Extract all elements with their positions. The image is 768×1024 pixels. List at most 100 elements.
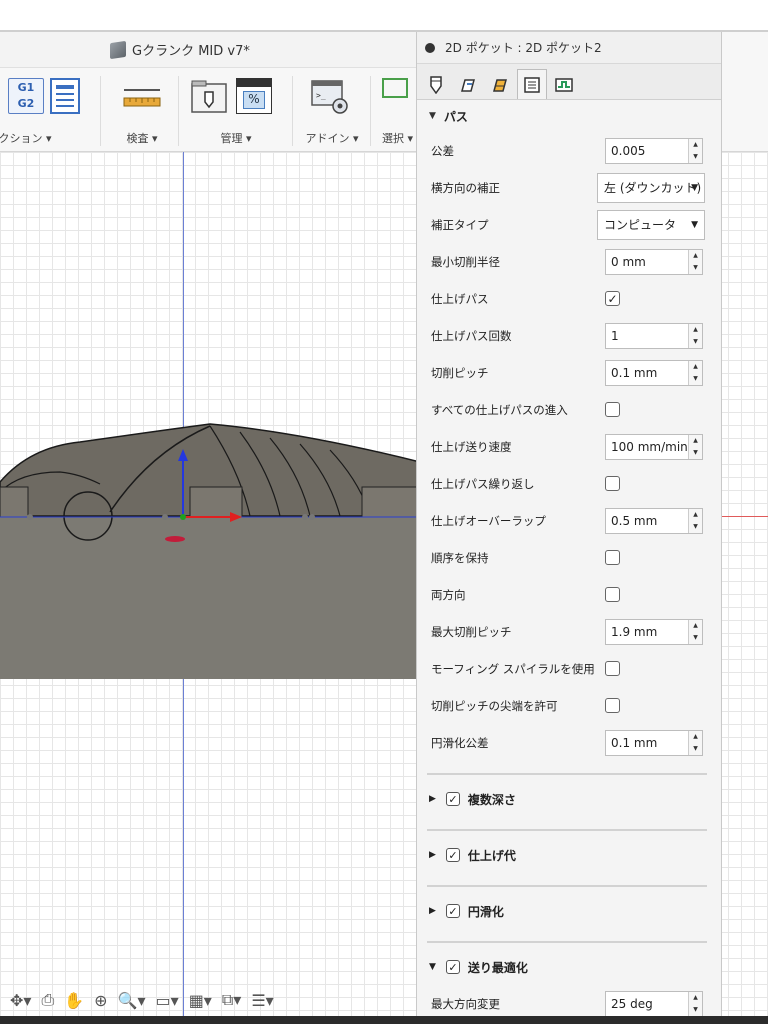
tab-geometry[interactable] [453, 69, 483, 99]
spinner-arrows-icon[interactable]: ▲ ▼ [688, 991, 702, 1016]
section-passes[interactable]: ▼ パス [417, 100, 721, 132]
passes-tab-icon [524, 76, 540, 93]
group-stock-to-leave[interactable]: ▶ ✓ 仕上げ代 [417, 837, 721, 873]
min-cutting-radius-input[interactable]: 0 mm ▲ ▼ [605, 248, 703, 275]
group-smoothing[interactable]: ▶ ✓ 円滑化 [417, 893, 721, 929]
measure-ruler-icon[interactable] [122, 78, 161, 114]
finishing-overlap-input[interactable]: 0.5 mm ▲ ▼ [605, 507, 703, 534]
param-row-sideways-compensation: 横方向の補正 左 (ダウンカット) ▼ [417, 169, 721, 206]
spinner-arrows-icon[interactable]: ▲ ▼ [688, 138, 702, 163]
both-ways-checkbox[interactable] [605, 587, 620, 602]
field-value: 0 mm [611, 254, 646, 269]
tab-heights[interactable] [485, 69, 515, 99]
repeat-finishing-checkbox[interactable] [605, 476, 620, 491]
max-direction-change-input[interactable]: 25 deg ▲ ▼ [605, 990, 703, 1017]
morphed-spiral-checkbox[interactable] [605, 661, 620, 676]
post-library-icon[interactable]: % [236, 78, 272, 114]
os-taskbar [0, 1016, 768, 1024]
navigation-toolbar: ✥▾ ⎙ ✋ ⊕ 🔍▾ ▭▾ ▦▾ ⧉▾ ☰▾ [10, 986, 420, 1014]
param-label: 横方向の補正 [431, 180, 500, 195]
g1-g2-code-icon[interactable]: G1 G2 [8, 78, 44, 114]
smoothing-tolerance-input[interactable]: 0.1 mm ▲ ▼ [605, 729, 703, 756]
param-row-finishing-passes: 仕上げパス ✓ [417, 280, 721, 317]
multiple-depths-checkbox[interactable]: ✓ [445, 792, 460, 806]
param-row-repeat-finishing: 仕上げパス繰り返し [417, 465, 721, 502]
preserve-order-checkbox[interactable] [605, 550, 620, 565]
toolbar-label-manage: 管理 ▾ [220, 132, 252, 145]
spinner-arrows-icon[interactable]: ▲ ▼ [688, 323, 702, 348]
expand-triangle-icon: ▶ [429, 794, 436, 804]
spinner-arrows-icon[interactable]: ▲ ▼ [688, 730, 702, 755]
tab-passes[interactable] [517, 69, 547, 99]
scripts-addins-icon[interactable]: >_ [310, 78, 348, 114]
param-label: 仕上げ送り速度 [431, 439, 512, 454]
dialog-header[interactable]: 2D ポケット : 2D ポケット2 [417, 32, 721, 64]
group-multiple-depths[interactable]: ▶ ✓ 複数深さ [417, 781, 721, 817]
group-label: 円滑化 [467, 904, 504, 919]
feed-optimization-checkbox[interactable]: ✓ [445, 960, 460, 974]
finishing-passes-checkbox[interactable]: ✓ [605, 291, 620, 306]
percent-glyph: % [243, 91, 265, 109]
setup-sheet-icon[interactable] [48, 78, 84, 114]
grid-settings-icon[interactable]: ▦▾ [189, 991, 212, 1010]
view-cube-icon[interactable]: ⧉▾ [222, 990, 241, 1010]
toolbar-group-inspect[interactable]: 検査 ▾ [110, 68, 174, 152]
post-library-header [237, 79, 271, 87]
spinner-arrows-icon[interactable]: ▲ ▼ [688, 434, 702, 459]
environment-icon[interactable]: ☰▾ [251, 991, 273, 1010]
display-settings-icon[interactable]: ▭▾ [156, 991, 179, 1010]
allow-stepover-cusps-checkbox[interactable] [605, 698, 620, 713]
param-row-finishing-pass-count: 仕上げパス回数 1 ▲ ▼ [417, 317, 721, 354]
sideways-compensation-select[interactable]: 左 (ダウンカット) ▼ [597, 172, 705, 203]
param-row-allow-stepover-cusps: 切削ピッチの尖端を許可 [417, 687, 721, 724]
smoothing-checkbox[interactable]: ✓ [445, 904, 460, 918]
spinner-arrows-icon[interactable]: ▲ ▼ [688, 360, 702, 385]
param-label: 切削ピッチの尖端を許可 [431, 698, 558, 713]
param-label: 仕上げパス繰り返し [431, 476, 535, 491]
finishing-feedrate-input[interactable]: 100 mm/min ▲ ▼ [605, 433, 703, 460]
toolbar-group-select[interactable]: 選択 ▾ [376, 68, 416, 152]
field-value: 0.5 mm [611, 513, 658, 528]
select-box-icon[interactable] [382, 78, 408, 98]
param-label: すべての仕上げパスの進入 [431, 402, 568, 417]
stock-to-leave-checkbox[interactable]: ✓ [445, 848, 460, 862]
param-label: 最大方向変更 [431, 996, 500, 1011]
svg-text:>_: >_ [316, 91, 326, 100]
finishing-pass-count-input[interactable]: 1 ▲ ▼ [605, 322, 703, 349]
tool-library-icon[interactable] [190, 78, 227, 114]
pan-hand-icon[interactable]: ✋ [64, 991, 84, 1010]
param-label: 補正タイプ [431, 217, 489, 232]
part-cube-icon [110, 40, 126, 59]
zoom-icon[interactable]: ⊕ [94, 991, 107, 1010]
chevron-down-icon: ▼ [691, 219, 698, 230]
compensation-type-select[interactable]: コンピュータ ▼ [597, 209, 705, 240]
lead-all-finishing-checkbox[interactable] [605, 402, 620, 417]
expand-triangle-icon: ▶ [429, 850, 436, 860]
spinner-arrows-icon[interactable]: ▲ ▼ [688, 619, 702, 644]
toolbar-group-addins[interactable]: >_ アドイン ▾ [300, 68, 364, 152]
param-label: 公差 [431, 143, 454, 158]
tolerance-input[interactable]: 0.005 ▲ ▼ [605, 137, 703, 164]
stepover-input[interactable]: 0.1 mm ▲ ▼ [605, 359, 703, 386]
dialog-status-icon [425, 42, 435, 53]
toolbar-group-manage[interactable]: % 管理 ▾ [186, 68, 286, 152]
spinner-arrows-icon[interactable]: ▲ ▼ [688, 508, 702, 533]
look-at-icon[interactable]: ⎙ [41, 990, 54, 1010]
document-title: Gクランク MID v7* [132, 44, 250, 59]
max-stepover-input[interactable]: 1.9 mm ▲ ▼ [605, 618, 703, 645]
g-icon-line2: G2 [17, 97, 35, 110]
tab-tool[interactable] [421, 69, 451, 99]
section-divider [427, 773, 707, 775]
linking-tab-icon [555, 77, 573, 92]
group-feed-optimization[interactable]: ▼ ✓ 送り最適化 [417, 949, 721, 985]
fit-zoom-icon[interactable]: 🔍▾ [118, 991, 146, 1010]
orbit-icon[interactable]: ✥▾ [10, 991, 31, 1010]
param-label: 仕上げパス回数 [431, 328, 512, 343]
toolbar-group-actions[interactable]: G1 G2 アクション ▾ [0, 68, 84, 152]
spinner-arrows-icon[interactable]: ▲ ▼ [688, 249, 702, 274]
tab-linking[interactable] [549, 69, 579, 99]
document-tab[interactable]: Gクランク MID v7* [110, 40, 250, 59]
param-row-finishing-feedrate: 仕上げ送り速度 100 mm/min ▲ ▼ [417, 428, 721, 465]
field-value: 0.1 mm [611, 365, 658, 380]
group-label: 仕上げ代 [467, 848, 516, 863]
